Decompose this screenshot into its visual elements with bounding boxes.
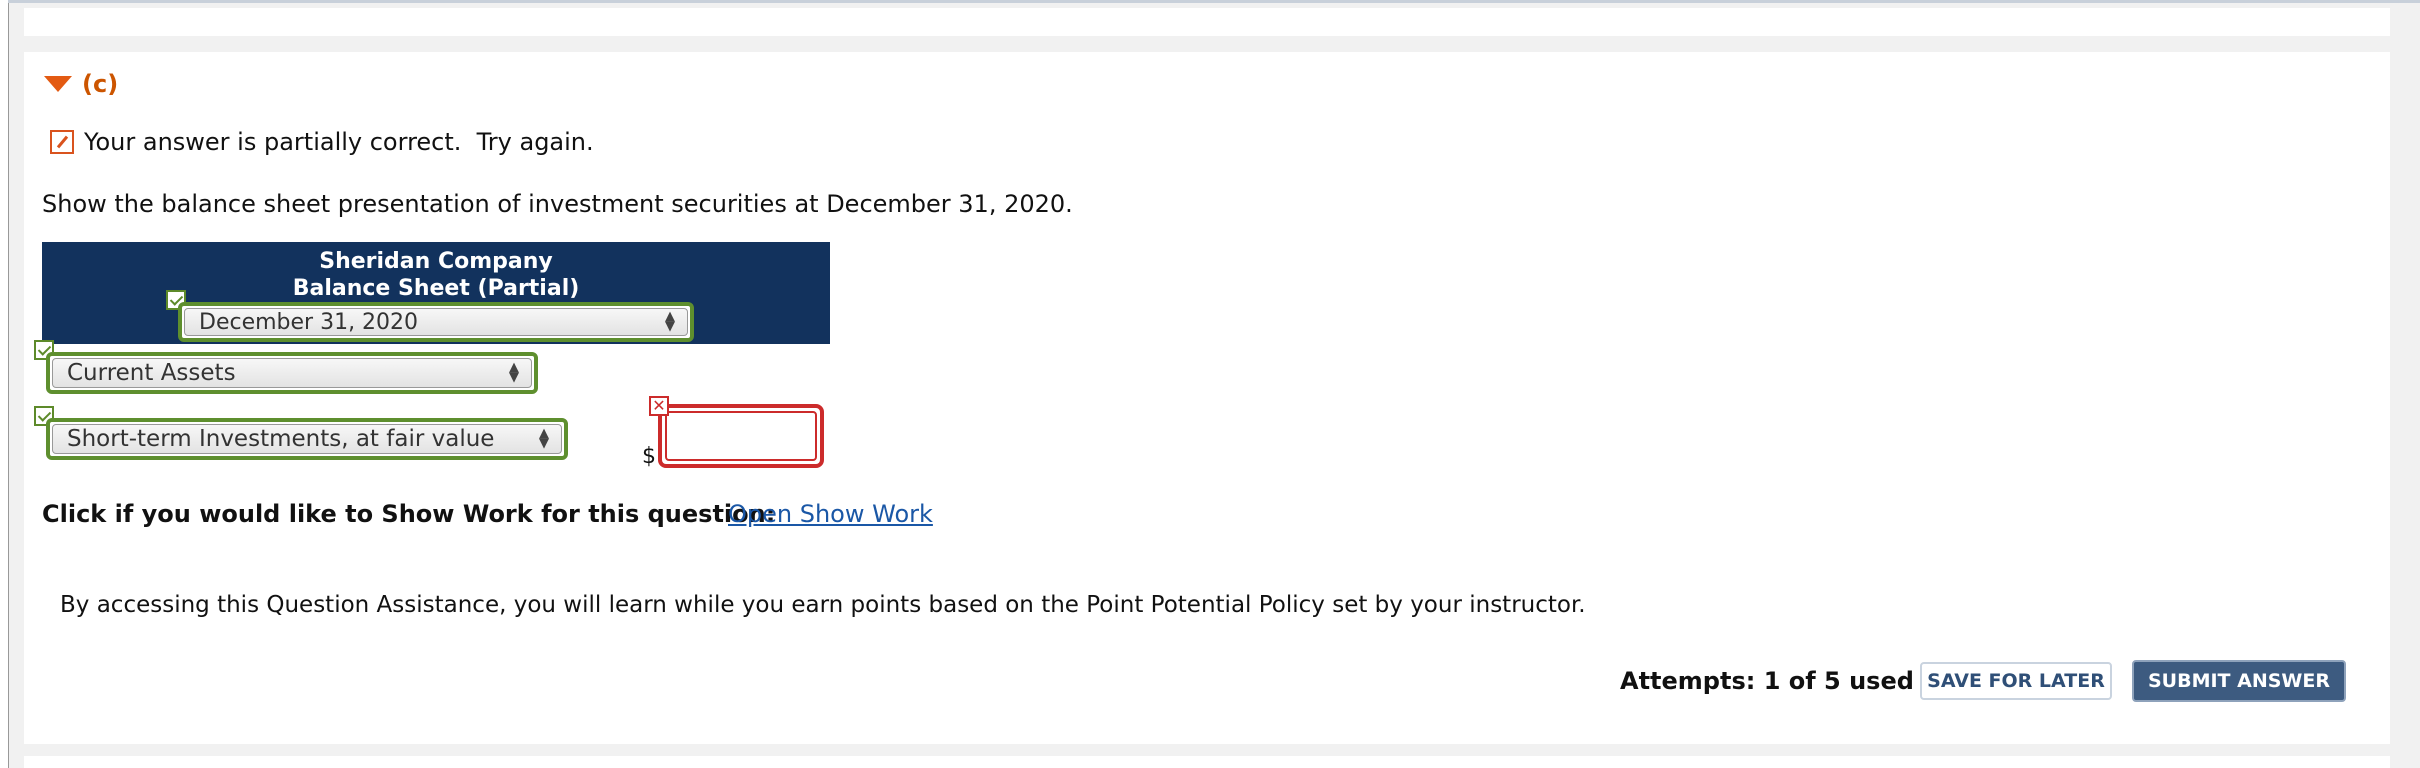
company-name: Sheridan Company [319, 249, 553, 274]
select-arrows-icon: ▲ ▼ [509, 360, 519, 385]
amount-input[interactable] [665, 411, 817, 461]
question-text: Show the balance sheet presentation of i… [42, 190, 1073, 218]
incorrect-x-icon: ✕ [649, 396, 669, 416]
date-select[interactable]: December 31, 2020 ▲ ▼ [178, 302, 694, 342]
previous-part-panel [24, 8, 2390, 36]
statement-title: Balance Sheet (Partial) [292, 276, 580, 301]
account-select-value: Short-term Investments, at fair value [67, 426, 495, 452]
attempts-counter: Attempts: 1 of 5 used [1620, 667, 1914, 695]
open-show-work-link[interactable]: Open Show Work [728, 500, 933, 528]
show-work-label: Click if you would like to Show Work for… [42, 500, 776, 528]
account-select[interactable]: Short-term Investments, at fair value ▲ ▼ [46, 418, 568, 460]
part-label: (c) [82, 70, 119, 98]
section-select[interactable]: Current Assets ▲ ▼ [46, 352, 538, 394]
partially-correct-icon [50, 130, 74, 154]
feedback-message: Your answer is partially correct. Try ag… [50, 128, 594, 156]
collapse-triangle-icon [44, 76, 72, 92]
section-select-value: Current Assets [67, 360, 236, 386]
feedback-text: Your answer is partially correct. Try ag… [84, 128, 594, 156]
date-select-value: December 31, 2020 [199, 309, 419, 335]
submit-answer-button[interactable]: SUBMIT ANSWER [2132, 660, 2346, 702]
next-part-panel [24, 756, 2390, 768]
assistance-text: By accessing this Question Assistance, y… [60, 592, 1586, 618]
window-top-border [8, 0, 2420, 3]
select-arrows-icon: ▲ ▼ [539, 426, 549, 451]
save-for-later-button[interactable]: SAVE FOR LATER [1920, 662, 2112, 700]
currency-symbol: $ [642, 444, 656, 469]
select-arrows-icon: ▲ ▼ [665, 309, 675, 334]
window-left-border [0, 0, 9, 768]
part-c-toggle[interactable]: (c) [44, 70, 118, 98]
amount-field-wrapper [658, 404, 824, 468]
